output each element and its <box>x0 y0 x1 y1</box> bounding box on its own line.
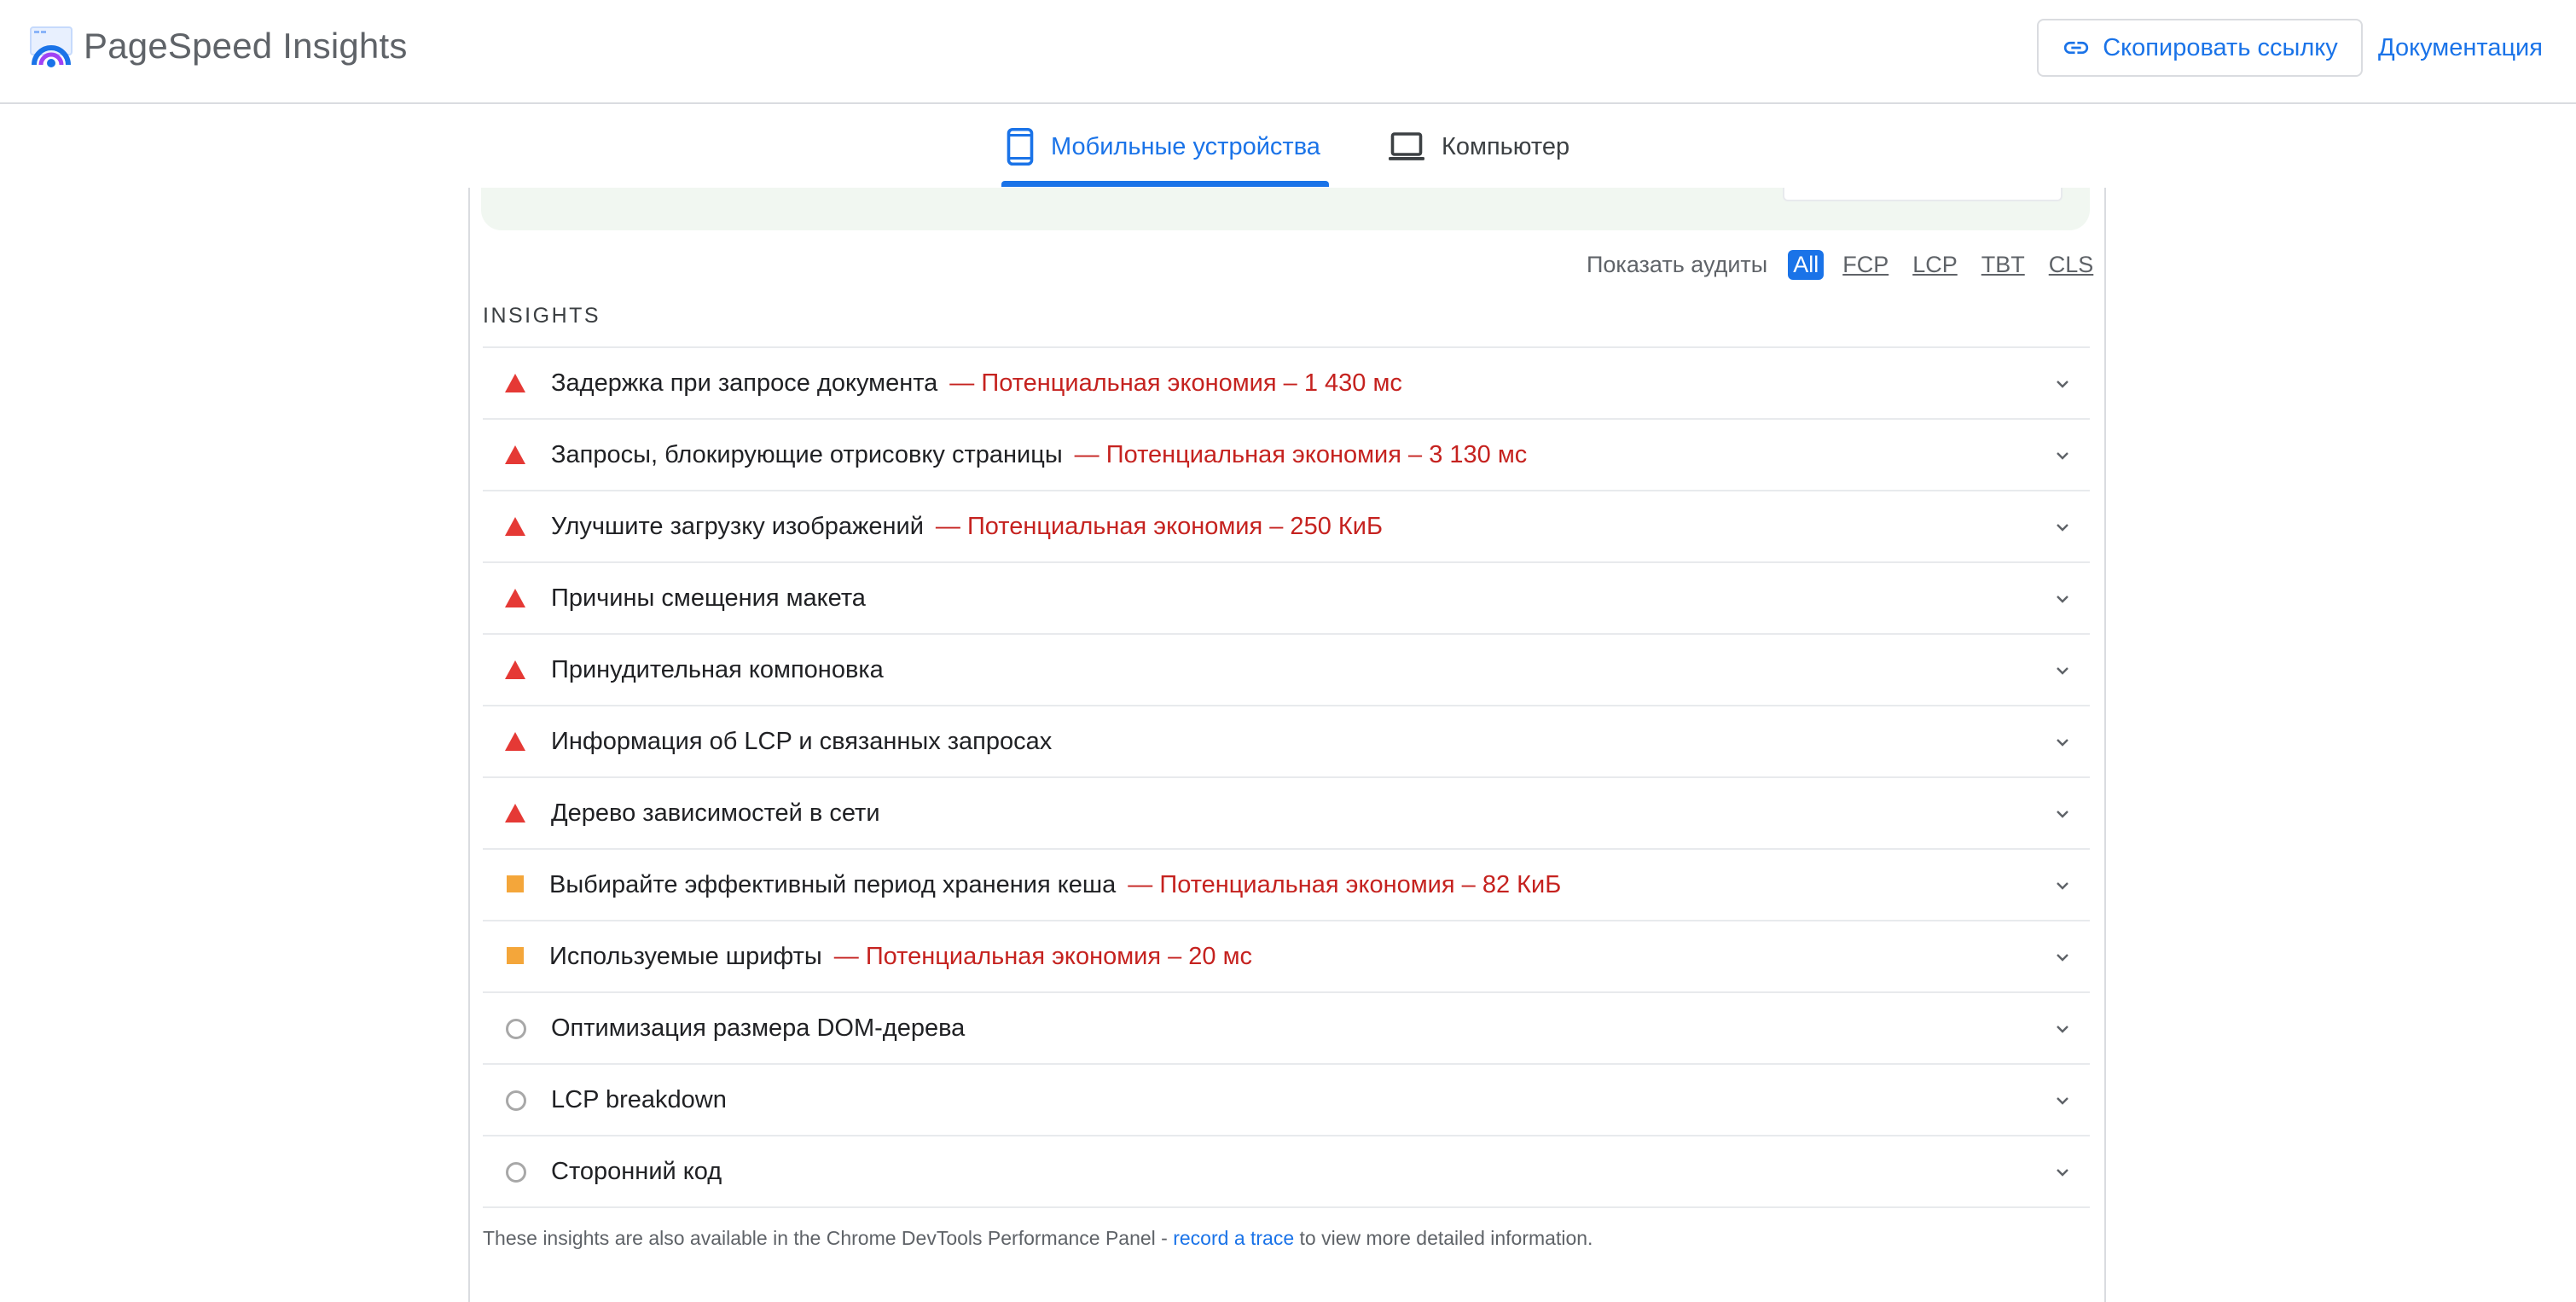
pagespeed-logo-icon[interactable] <box>27 24 75 72</box>
insight-saving: — Потенциальная экономия – 3 130 мс <box>1074 441 1528 468</box>
insight-title: Оптимизация размера DOM-дерева <box>551 1014 966 1042</box>
chevron-down-icon[interactable] <box>2052 804 2073 824</box>
insight-title: Запросы, блокирующие отрисовку страницы <box>551 441 1063 468</box>
chevron-down-icon[interactable] <box>2052 660 2073 681</box>
insight-title: Используемые шрифты <box>549 943 822 970</box>
filter-chip-cls[interactable]: CLS <box>2044 250 2099 280</box>
insight-row[interactable]: Улучшите загрузку изображений — Потенциал… <box>483 491 2090 563</box>
insight-title: Задержка при запросе документа <box>551 369 938 397</box>
chevron-down-icon[interactable] <box>2052 1162 2073 1183</box>
laptop-icon <box>1389 132 1424 160</box>
insight-title: Причины смещения макета <box>551 584 866 612</box>
audit-filter-bar: Показать аудиты All FCP LCP TBT CLS <box>1587 247 2098 282</box>
filter-chip-tbt[interactable]: TBT <box>1976 250 2030 280</box>
footnote-text-before: These insights are also available in the… <box>483 1227 1174 1249</box>
tab-desktop-label: Компьютер <box>1442 132 1570 160</box>
insight-row[interactable]: Задержка при запросе документа — Потенциа… <box>483 348 2090 420</box>
tab-mobile[interactable]: Мобильные устройства <box>1001 106 1329 188</box>
insight-row[interactable]: Выбирайте эффективный период хранения ке… <box>483 850 2090 921</box>
filter-label: Показать аудиты <box>1587 251 1768 277</box>
record-trace-link[interactable]: record a trace <box>1173 1227 1294 1249</box>
chevron-down-icon[interactable] <box>2052 1090 2073 1111</box>
app-title[interactable]: PageSpeed Insights <box>84 22 408 70</box>
smartphone-icon <box>1007 127 1034 166</box>
tab-mobile-label: Мобильные устройства <box>1051 132 1320 160</box>
chevron-down-icon[interactable] <box>2052 732 2073 753</box>
tab-desktop[interactable]: Компьютер <box>1387 106 1569 188</box>
insight-title: Выбирайте эффективный период хранения ке… <box>549 871 1117 898</box>
insight-title: Информация об LCP и связанных запросах <box>551 728 1053 755</box>
documentation-link[interactable]: Документация <box>2378 32 2543 63</box>
fail-triangle-icon <box>505 589 525 607</box>
average-square-icon <box>507 947 524 964</box>
chevron-down-icon[interactable] <box>2052 445 2073 466</box>
chevron-down-icon[interactable] <box>2052 1019 2073 1039</box>
chevron-down-icon[interactable] <box>2052 947 2073 968</box>
chevron-down-icon[interactable] <box>2052 374 2073 394</box>
insight-row[interactable]: Дерево зависимостей в сети <box>483 778 2090 850</box>
info-circle-icon <box>506 1090 526 1111</box>
summary-panel-widget <box>1783 188 2063 201</box>
insights-list: Задержка при запросе документа — Потенциа… <box>483 346 2090 1208</box>
active-tab-indicator <box>1001 181 1329 187</box>
insight-title: Дерево зависимостей в сети <box>551 799 880 827</box>
insight-title: Сторонний код <box>551 1158 722 1185</box>
chevron-down-icon[interactable] <box>2052 517 2073 538</box>
fail-triangle-icon <box>505 445 525 464</box>
info-circle-icon <box>506 1019 526 1039</box>
insight-row[interactable]: Запросы, блокирующие отрисовку страницы —… <box>483 420 2090 491</box>
insight-saving: — Потенциальная экономия – 20 мс <box>833 943 1253 970</box>
insight-row[interactable]: Причины смещения макета <box>483 563 2090 635</box>
insight-row[interactable]: Сторонний код <box>483 1136 2090 1208</box>
insight-title: LCP breakdown <box>551 1086 727 1113</box>
insight-saving: — Потенциальная экономия – 250 КиБ <box>935 513 1384 540</box>
insight-row[interactable]: Используемые шрифты — Потенциальная эконо… <box>483 921 2090 993</box>
average-square-icon <box>507 875 524 892</box>
insight-row[interactable]: Оптимизация размера DOM-дерева <box>483 993 2090 1065</box>
fail-triangle-icon <box>505 804 525 822</box>
footnote-text-after: to view more detailed information. <box>1294 1227 1593 1249</box>
link-icon <box>2064 41 2089 55</box>
top-app-bar: PageSpeed Insights Скопировать ссылку До… <box>0 0 2576 104</box>
fail-triangle-icon <box>505 517 525 536</box>
fail-triangle-icon <box>505 732 525 751</box>
insight-row[interactable]: Принудительная компоновка <box>483 635 2090 706</box>
filter-chip-all[interactable]: All <box>1788 249 1825 280</box>
insight-row[interactable]: LCP breakdown <box>483 1065 2090 1136</box>
chevron-down-icon[interactable] <box>2052 589 2073 609</box>
device-tabs: Мобильные устройства Компьютер <box>0 106 2576 188</box>
fail-triangle-icon <box>505 660 525 679</box>
fail-triangle-icon <box>505 374 525 392</box>
info-circle-icon <box>506 1162 526 1183</box>
insight-title: Принудительная компоновка <box>551 656 884 683</box>
copy-link-button[interactable]: Скопировать ссылку <box>2037 19 2363 77</box>
insights-footnote: These insights are also available in the… <box>483 1227 1593 1250</box>
insight-saving: — Потенциальная экономия – 82 КиБ <box>1128 871 1562 898</box>
chevron-down-icon[interactable] <box>2052 875 2073 896</box>
copy-link-label: Скопировать ссылку <box>2103 33 2338 61</box>
filter-chip-lcp[interactable]: LCP <box>1907 250 1963 280</box>
filter-chip-fcp[interactable]: FCP <box>1837 250 1894 280</box>
insight-saving: — Потенциальная экономия – 1 430 мс <box>949 369 1402 397</box>
insight-title: Улучшите загрузку изображений <box>551 513 924 540</box>
insights-section-title: INSIGHTS <box>483 304 601 328</box>
insight-row[interactable]: Информация об LCP и связанных запросах <box>483 706 2090 778</box>
